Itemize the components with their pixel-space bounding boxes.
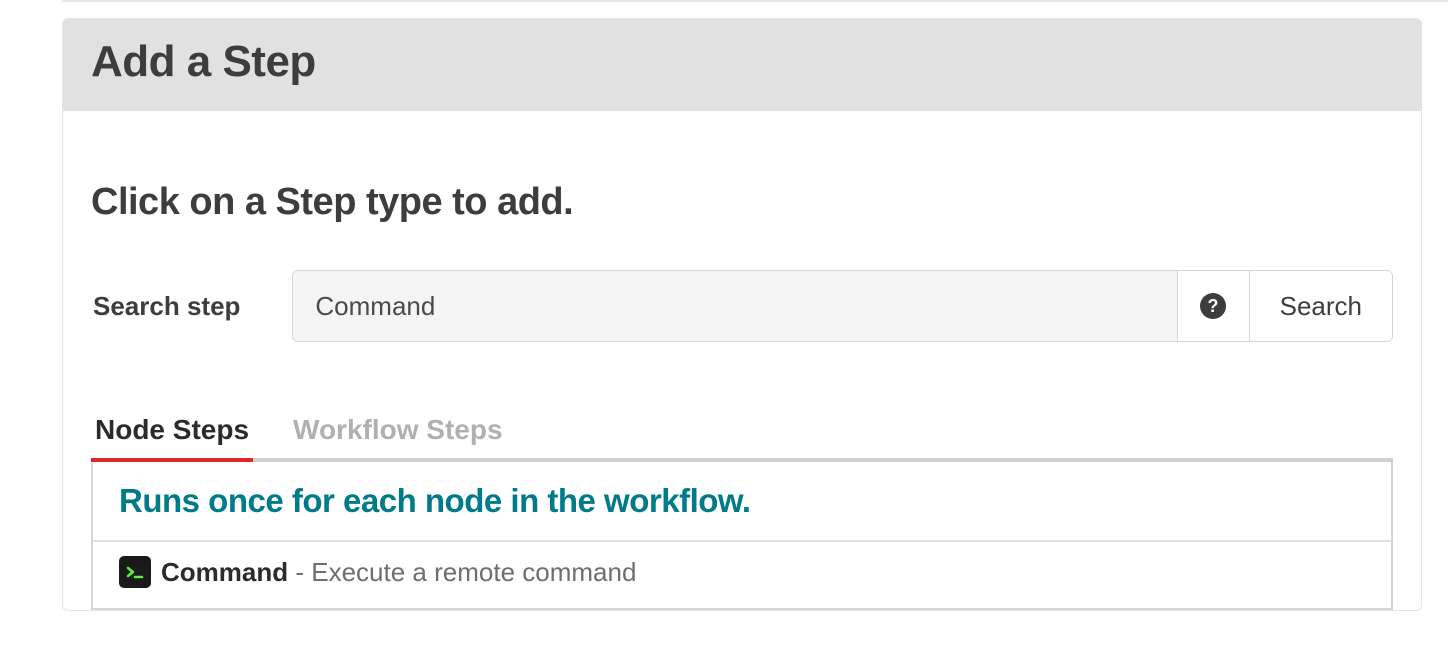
top-divider xyxy=(62,0,1448,2)
step-list: Runs once for each node in the workflow.… xyxy=(91,462,1393,610)
subtitle: Click on a Step type to add. xyxy=(91,181,1393,224)
tab-node-steps[interactable]: Node Steps xyxy=(91,414,253,462)
terminal-icon xyxy=(119,556,151,588)
tab-workflow-steps[interactable]: Workflow Steps xyxy=(289,414,507,462)
svg-text:?: ? xyxy=(1208,296,1219,316)
step-item-text: Command - Execute a remote command xyxy=(161,557,636,588)
step-item-separator: - xyxy=(295,557,311,587)
add-step-panel: Add a Step Click on a Step type to add. … xyxy=(62,18,1422,611)
step-list-header: Runs once for each node in the workflow. xyxy=(93,462,1391,542)
panel-body: Click on a Step type to add. Search step… xyxy=(63,111,1421,610)
help-icon: ? xyxy=(1198,291,1228,321)
search-label: Search step xyxy=(91,291,264,322)
search-button[interactable]: Search xyxy=(1249,271,1392,341)
panel-header: Add a Step xyxy=(63,19,1421,111)
panel-title: Add a Step xyxy=(91,37,1393,87)
search-row: Search step ? Search xyxy=(91,270,1393,342)
tabs: Node Steps Workflow Steps xyxy=(91,414,1393,462)
search-input[interactable] xyxy=(293,271,1176,341)
help-button[interactable]: ? xyxy=(1177,271,1249,341)
step-item-command[interactable]: Command - Execute a remote command xyxy=(93,542,1391,608)
step-list-header-text: Runs once for each node in the workflow. xyxy=(119,482,1365,520)
step-item-description: Execute a remote command xyxy=(311,557,636,587)
step-item-name: Command xyxy=(161,557,288,587)
search-group: ? Search xyxy=(292,270,1393,342)
